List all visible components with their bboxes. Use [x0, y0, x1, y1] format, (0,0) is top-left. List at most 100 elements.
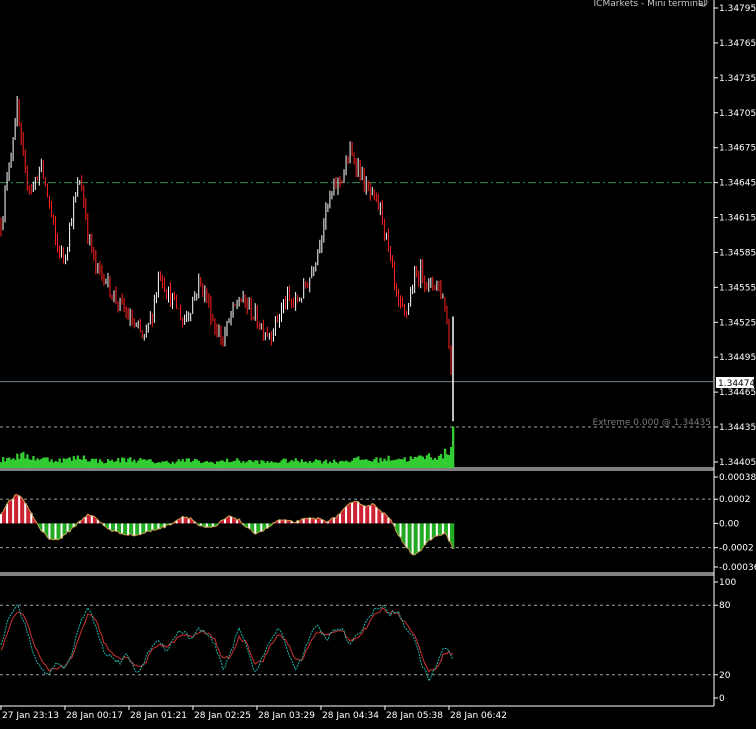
volume-bar	[8, 457, 11, 468]
oscillator-bar	[341, 510, 344, 524]
volume-bar	[252, 462, 255, 468]
price-tick-label: 1.34705	[719, 109, 756, 119]
oscillator-bar	[145, 523, 148, 532]
price-tick-label: 1.34675	[719, 144, 756, 154]
volume-bar	[417, 455, 420, 468]
volume-bar	[14, 459, 17, 468]
oscillator-bar	[373, 504, 376, 524]
price-tick-label: 1.34555	[719, 283, 756, 293]
oscillator-bar	[62, 523, 65, 535]
volume-bar	[421, 456, 425, 468]
oscillator-bar	[425, 523, 429, 543]
volume-bar	[334, 462, 338, 468]
oscillator-bar	[4, 507, 7, 524]
oscillator-bar	[6, 503, 9, 524]
oscillator-bar	[405, 523, 408, 548]
stochastic-tick-label: 80	[719, 601, 731, 611]
oscillator-bar	[119, 523, 122, 534]
volume-bar	[310, 462, 314, 468]
volume-bar	[215, 461, 219, 468]
oscillator-bar	[421, 523, 425, 548]
volume-bar	[425, 455, 429, 468]
volume-bar	[278, 462, 281, 468]
oscillator-bar	[355, 501, 358, 524]
volume-bar	[76, 455, 79, 468]
volume-bar	[312, 461, 316, 468]
volume-bar	[141, 459, 144, 468]
volume-bar	[169, 463, 172, 468]
current-price-label: 1.34474	[718, 379, 755, 389]
volume-bar	[316, 460, 320, 468]
volume-bar	[290, 459, 293, 468]
volume-bar	[110, 459, 114, 468]
oscillator-bar	[183, 517, 186, 524]
oscillator-bar	[310, 518, 314, 524]
volume-bar	[121, 457, 124, 468]
oscillator-bar	[427, 523, 431, 540]
volume-bar	[151, 461, 154, 468]
oscillator-bar	[129, 523, 132, 534]
volume-bar	[314, 459, 318, 468]
volume-bar	[345, 460, 348, 468]
trading-chart[interactable]: ICMarkets - Mini terminal 1.34795 1.34765…	[0, 0, 756, 729]
oscillator-bar	[147, 523, 150, 531]
volume-bar	[302, 461, 305, 468]
oscillator-bar	[2, 511, 5, 524]
volume-bar	[260, 460, 263, 468]
oscillator-bar	[115, 523, 118, 532]
volume-bar	[228, 462, 231, 468]
volume-bar	[72, 456, 75, 468]
volume-bar	[254, 460, 257, 468]
volume-bar	[288, 461, 291, 468]
volume-bar	[373, 459, 376, 468]
volume-bar	[84, 459, 88, 468]
oscillator-bar	[48, 523, 51, 540]
volume-bar	[179, 461, 182, 468]
volume-bar	[292, 461, 295, 468]
volume-bar	[94, 458, 98, 468]
oscillator-tick-label: 0.0002	[719, 495, 751, 505]
volume-bar	[20, 453, 23, 468]
volume-bar	[298, 462, 301, 468]
volume-bar	[16, 453, 19, 468]
oscillator-bar	[260, 523, 263, 532]
oscillator-bar	[359, 504, 362, 524]
volume-bar	[32, 455, 35, 468]
oscillator-bar	[353, 501, 356, 524]
volume-bar	[363, 459, 366, 468]
oscillator-bar	[143, 523, 146, 534]
volume-bar	[389, 460, 392, 468]
oscillator-bar	[345, 506, 348, 524]
volume-bar	[157, 462, 160, 468]
volume-bar	[246, 461, 249, 468]
volume-bar	[399, 459, 402, 468]
oscillator-bar	[125, 523, 128, 535]
volume-bar	[415, 457, 418, 468]
volume-bar	[306, 462, 310, 468]
volume-bar	[131, 461, 134, 468]
volume-bar	[258, 463, 261, 468]
volume-bar	[115, 461, 118, 468]
oscillator-bar	[413, 523, 416, 555]
volume-bar	[189, 462, 192, 468]
volume-bar	[397, 458, 400, 468]
oscillator-bar	[407, 523, 410, 549]
volume-bar	[225, 458, 229, 468]
volume-bar	[236, 458, 239, 468]
price-tick-label: 1.34795	[719, 4, 756, 14]
volume-bar	[431, 459, 435, 468]
volume-bar	[24, 458, 27, 468]
volume-bar	[201, 462, 205, 468]
volume-bar	[294, 458, 297, 468]
oscillator-bar	[232, 517, 235, 524]
oscillator-bar	[343, 508, 346, 524]
volume-bar	[40, 458, 43, 468]
volume-bar	[183, 461, 186, 468]
volume-bar	[268, 462, 271, 468]
oscillator-bar	[254, 523, 257, 535]
oscillator-bar	[411, 523, 414, 555]
oscillator-bar	[112, 523, 116, 531]
time-tick-label: 28 Jan 04:34	[322, 711, 379, 721]
volume-bar	[42, 457, 45, 468]
volume-bar	[78, 459, 82, 468]
